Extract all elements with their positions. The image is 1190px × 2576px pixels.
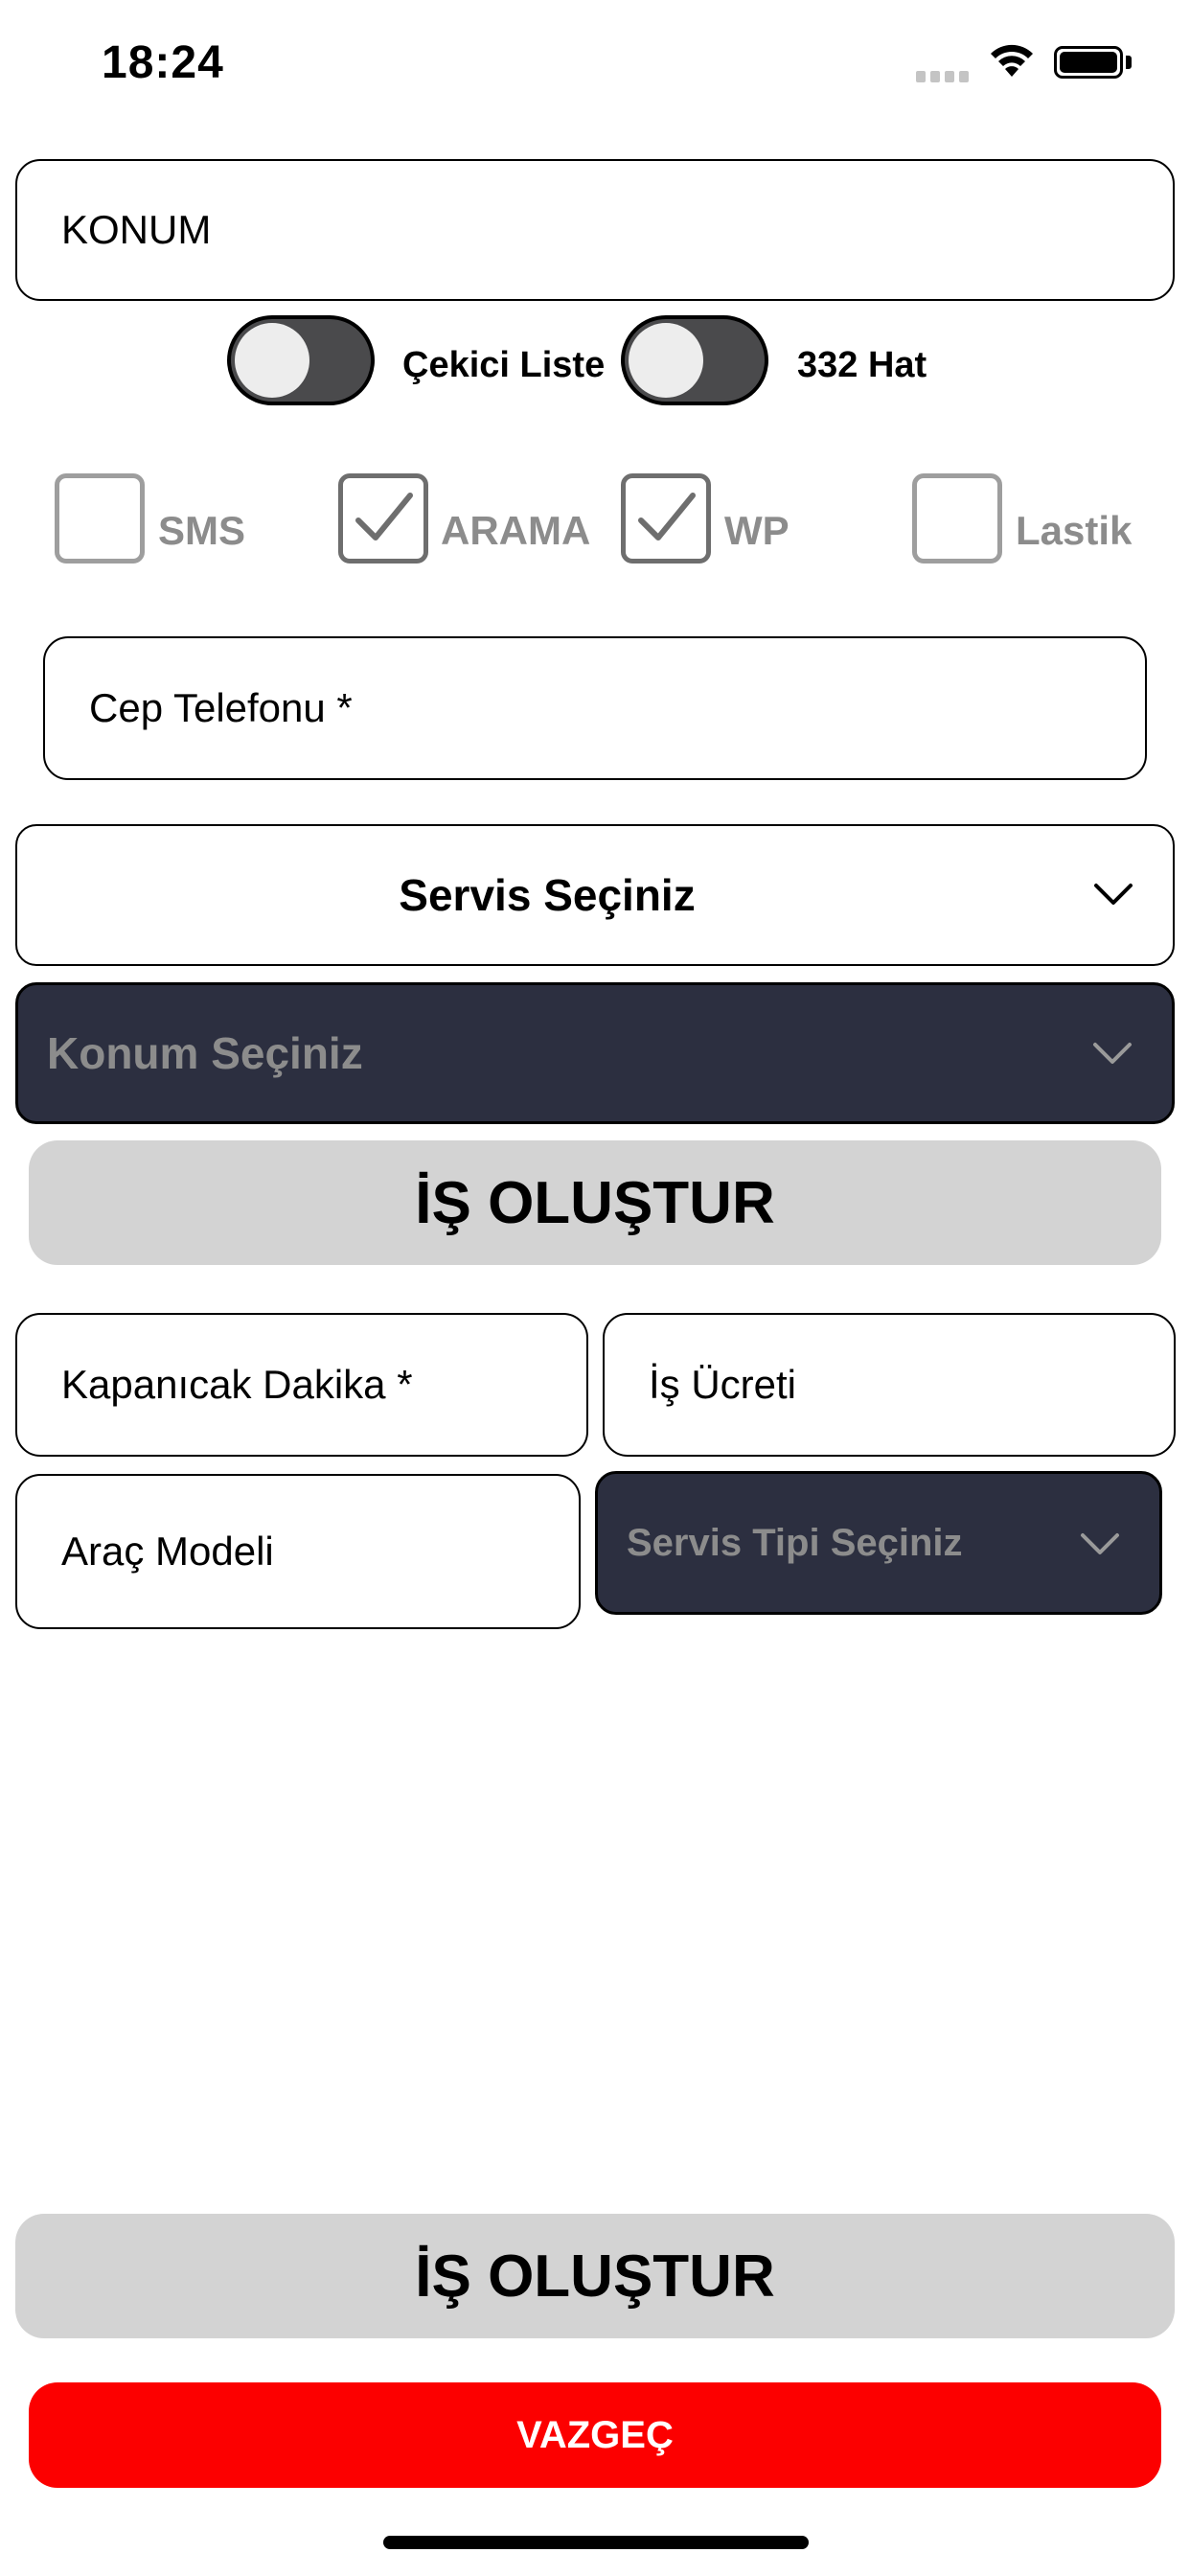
wp-label: WP — [724, 508, 790, 553]
wp-checkbox[interactable] — [621, 473, 711, 564]
job-fee-field[interactable]: İş Ücreti — [603, 1313, 1176, 1457]
service-select[interactable]: Servis Seçiniz — [15, 824, 1175, 966]
location-field-value: KONUM — [61, 207, 212, 252]
wifi-icon — [987, 42, 1037, 80]
chevron-down-icon — [1093, 1043, 1132, 1064]
phone-field[interactable]: Cep Telefonu * — [43, 636, 1147, 780]
location-select[interactable]: Konum Seçiniz — [15, 982, 1175, 1124]
lastik-label: Lastik — [1016, 508, 1133, 553]
lastik-checkbox[interactable] — [912, 473, 1002, 564]
battery-tip — [1126, 56, 1132, 69]
status-time: 18:24 — [102, 37, 224, 88]
chevron-down-icon — [1081, 1533, 1119, 1554]
close-minutes-placeholder: Kapanıcak Dakika * — [61, 1362, 413, 1407]
cekici-liste-label: Çekici Liste — [402, 345, 606, 385]
service-type-select-value: Servis Tipi Seçiniz — [627, 1521, 963, 1564]
arama-label: ARAMA — [441, 508, 591, 553]
vehicle-model-placeholder: Araç Modeli — [61, 1529, 274, 1574]
332-hat-label: 332 Hat — [797, 345, 927, 385]
create-job-button-bottom[interactable]: İŞ OLUŞTUR — [15, 2214, 1175, 2338]
cekici-liste-toggle[interactable] — [227, 315, 375, 405]
job-fee-placeholder: İş Ücreti — [649, 1362, 797, 1407]
battery-icon — [1054, 46, 1123, 79]
home-indicator[interactable] — [383, 2536, 809, 2549]
check-icon — [638, 493, 696, 540]
arama-checkbox[interactable] — [338, 473, 428, 564]
chevron-down-icon — [1094, 884, 1133, 905]
check-icon — [355, 493, 413, 540]
vehicle-model-field[interactable]: Araç Modeli — [15, 1474, 581, 1629]
toggle-knob — [629, 323, 703, 398]
cancel-button[interactable]: VAZGEÇ — [29, 2382, 1161, 2488]
sms-checkbox[interactable] — [55, 473, 145, 564]
phone-field-placeholder: Cep Telefonu * — [89, 685, 353, 730]
location-field[interactable]: KONUM — [15, 159, 1175, 301]
close-minutes-field[interactable]: Kapanıcak Dakika * — [15, 1313, 588, 1457]
toggle-knob — [235, 323, 309, 398]
service-type-select[interactable]: Servis Tipi Seçiniz — [595, 1471, 1162, 1615]
332-hat-toggle[interactable] — [621, 315, 768, 405]
location-select-value: Konum Seçiniz — [47, 1028, 363, 1078]
cellular-signal-icon — [916, 71, 970, 82]
service-select-value: Servis Seçiniz — [399, 870, 696, 920]
sms-label: SMS — [158, 508, 246, 553]
create-job-button-top[interactable]: İŞ OLUŞTUR — [29, 1140, 1161, 1265]
